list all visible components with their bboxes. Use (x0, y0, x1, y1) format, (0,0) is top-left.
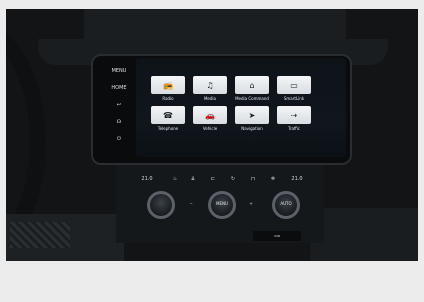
label-smartlink: SmartLink (283, 96, 305, 101)
tile-media[interactable]: ♫ (193, 76, 227, 94)
rear-defrost-icon[interactable]: ⊓ (246, 174, 260, 184)
menu-key[interactable]: MENU (104, 64, 134, 79)
label-media: Media (203, 96, 216, 101)
back-key[interactable]: ↩ (104, 98, 134, 113)
radio-icon: 📻 (163, 80, 173, 90)
label-vehicle: Vehicle (202, 126, 218, 131)
windshield-icon[interactable]: ⊏ (206, 174, 220, 184)
floor-right (310, 208, 418, 261)
navigation-icon: ➤ (248, 110, 256, 120)
ac-icon[interactable]: ❄ (266, 174, 280, 184)
seat-heat-left-icon[interactable]: ♨ (168, 174, 182, 184)
temp-right-readout: 21.0 (291, 176, 303, 182)
temp-knob-left[interactable] (147, 191, 175, 219)
fan-down-icon[interactable]: − (186, 201, 196, 207)
label-radio: Radio (162, 96, 174, 101)
label-navigation: Navigation (241, 126, 263, 131)
power-key[interactable]: ⏻ (104, 132, 134, 147)
knob-center-label: MENU (216, 201, 228, 206)
floor-mat (10, 222, 70, 248)
tile-smartlink[interactable]: ▭ (277, 76, 311, 94)
menu-knob[interactable]: MENU (208, 191, 236, 219)
air-distribution-icon[interactable]: ⇊ (186, 174, 200, 184)
side-keys: MENU HOME ↩ ☊ ⏻ (104, 58, 134, 150)
label-telephone: Telephone (157, 126, 179, 131)
fan-up-icon[interactable]: + (246, 201, 256, 207)
label-media-command: Media Command (235, 96, 269, 101)
tile-vehicle[interactable]: 🚗 (193, 106, 227, 124)
smartlink-icon: ▭ (290, 80, 298, 90)
media-command-icon: ⌂ (249, 80, 255, 90)
home-key[interactable]: HOME (104, 81, 134, 96)
label-traffic: Traffic (287, 126, 301, 131)
tile-navigation[interactable]: ➤ (235, 106, 269, 124)
tile-traffic[interactable]: ⇢ (277, 106, 311, 124)
temp-knob-right[interactable]: AUTO (272, 191, 300, 219)
traffic-icon: ⇢ (290, 110, 298, 120)
tile-media-command[interactable]: ⌂ (235, 76, 269, 94)
tile-radio[interactable]: 📻 (151, 76, 185, 94)
climate-buttons: 21.0 ♨ ⇊ ⊏ ↻ ⊓ ❄ 21.0 (120, 171, 320, 189)
music-icon: ♫ (206, 80, 214, 90)
sound-key[interactable]: ☊ (104, 115, 134, 130)
phone-icon: ☎ (163, 110, 173, 120)
usb-port[interactable]: USB (253, 231, 301, 241)
tile-telephone[interactable]: ☎ (151, 106, 185, 124)
touch-screen[interactable]: 📻 ♫ ⌂ ▭ Radio Media Media Command SmartL… (136, 58, 346, 157)
top-vent (84, 9, 346, 41)
knob-right-label: AUTO (280, 201, 292, 206)
recirculation-icon[interactable]: ↻ (226, 174, 240, 184)
car-icon: 🚗 (205, 110, 215, 120)
temp-left-readout: 21.0 (141, 176, 153, 182)
